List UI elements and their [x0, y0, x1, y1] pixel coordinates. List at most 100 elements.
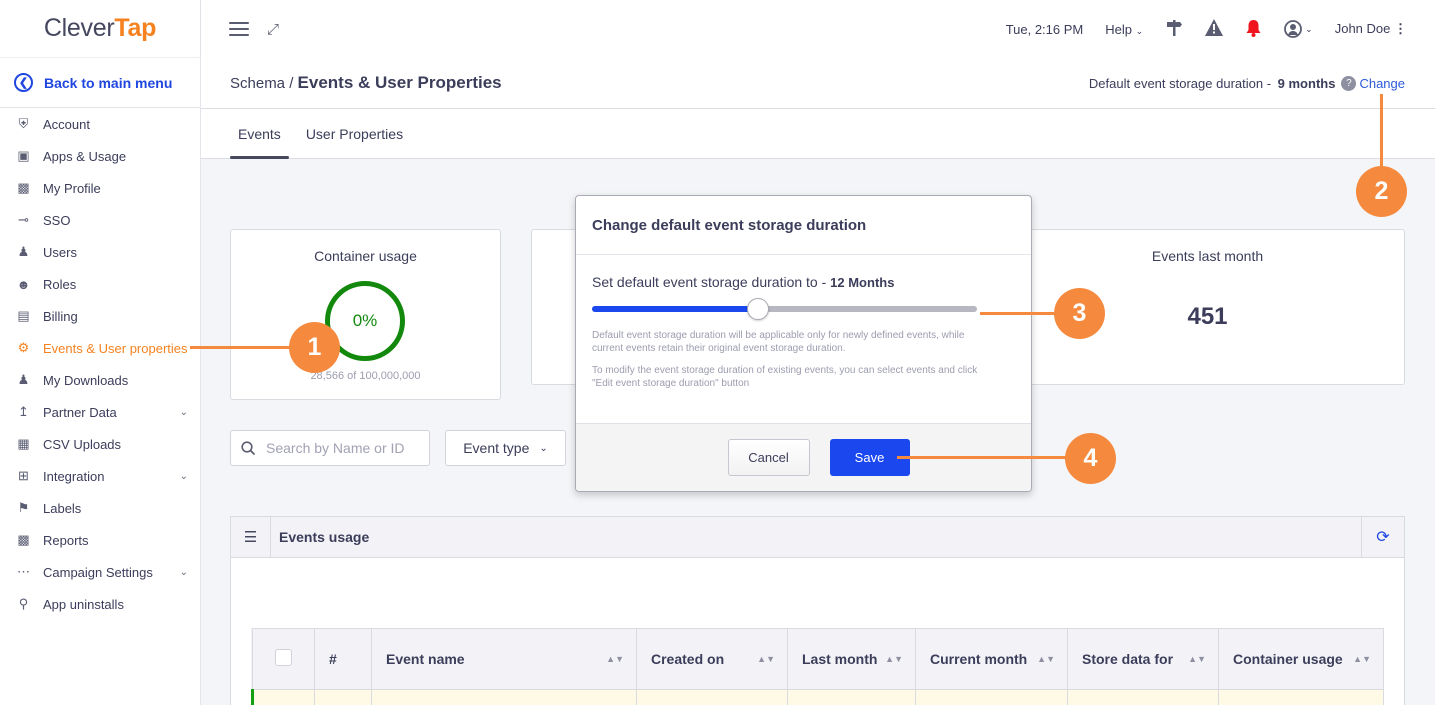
sort-icon[interactable]: ▲▼	[885, 655, 903, 664]
modal-label: Set default event storage duration to - …	[592, 274, 1031, 290]
sidebar-item-my-downloads[interactable]: ♟ My Downloads	[0, 364, 200, 396]
usage-percent: 0%	[352, 311, 378, 330]
sidebar-item-csv-uploads[interactable]: ▦ CSV Uploads	[0, 428, 200, 460]
modal-label-prefix: Set default event storage duration to -	[592, 274, 831, 290]
modal-note-applicability: Default event storage duration will be a…	[592, 330, 965, 354]
user-name: John Doe	[1334, 21, 1391, 36]
sidebar-item-billing[interactable]: ▤ Billing	[0, 300, 200, 332]
select-all-checkbox[interactable]	[275, 649, 292, 666]
sidebar-item-events-user-properties[interactable]: ⚙ Events & User properties	[0, 332, 200, 364]
event-type-dropdown[interactable]: Event type ⌄	[445, 430, 566, 466]
container-usage-title: Container usage	[314, 248, 417, 264]
sidebar-item-campaign-settings[interactable]: ⋯ Campaign Settings ⌄	[0, 556, 200, 588]
chevron-left-circle-icon: ❮	[14, 73, 33, 92]
expand-icon[interactable]: ⤢	[267, 21, 279, 38]
col-event-name[interactable]: Event name ▲▼	[371, 628, 637, 690]
sliders-icon: ⋯	[17, 564, 30, 579]
tab-user-properties[interactable]: User Properties	[298, 109, 411, 158]
breadcrumb-separator: /	[289, 75, 294, 92]
col-created-on[interactable]: Created on ▲▼	[636, 628, 788, 690]
sidebar-item-label: SSO	[43, 212, 71, 228]
modal-note-existing-events: To modify the event storage duration of …	[592, 365, 978, 389]
sort-icon[interactable]: ▲▼	[1353, 655, 1371, 664]
slider-handle[interactable]	[746, 298, 769, 320]
sidebar-item-label: Billing	[43, 308, 78, 324]
callout-line-1	[190, 346, 300, 349]
help-menu[interactable]: Help ⌄	[1105, 22, 1143, 37]
sort-icon[interactable]: ▲▼	[1188, 655, 1206, 664]
usage-detail: 28,566 of 100,000,000	[310, 370, 421, 382]
user-menu[interactable]: John Doe ⋮	[1335, 21, 1407, 37]
table-row[interactable]	[251, 689, 1384, 705]
more-vertical-icon: ⋮	[1394, 21, 1407, 36]
breadcrumb-schema[interactable]: Schema	[230, 75, 285, 92]
refresh-icon[interactable]: ⟳	[1361, 517, 1404, 557]
callout-line-4	[897, 456, 1072, 459]
sidebar-item-users[interactable]: ♟ Users	[0, 236, 200, 268]
sidebar-item-label: CSV Uploads	[43, 436, 122, 452]
apps-icon: ▣	[17, 148, 30, 163]
sidebar-item-sso[interactable]: ⊸ SSO	[0, 204, 200, 236]
sort-icon[interactable]: ▲▼	[1037, 655, 1055, 664]
events-table: # Event name ▲▼ Created on ▲▼ Last month ▲▼…	[251, 628, 1384, 705]
cancel-button[interactable]: Cancel	[727, 439, 810, 476]
sidebar: Clever Tap ❮ Back to main menu ⛨ Account ▣ A…	[0, 0, 201, 705]
chevron-down-icon: ⌄	[539, 442, 548, 454]
callout-line-3	[980, 312, 1060, 315]
tab-events[interactable]: Events	[230, 109, 289, 159]
sidebar-item-partner-data[interactable]: ↥ Partner Data ⌄	[0, 396, 200, 428]
chevron-down-icon[interactable]: ⌄	[180, 407, 188, 418]
sort-icon[interactable]: ▲▼	[757, 655, 775, 664]
gear-icon: ⚙	[17, 340, 30, 355]
logo-text-clever: Clever	[43, 14, 115, 42]
shield-user-icon: ⛨	[18, 116, 29, 131]
search-input[interactable]	[266, 440, 416, 456]
account-menu[interactable]: ⌄	[1284, 20, 1313, 38]
sidebar-item-apps-usage[interactable]: ▣ Apps & Usage	[0, 140, 200, 172]
callout-badge-1: 1	[289, 322, 340, 373]
signpost-icon[interactable]	[1165, 19, 1183, 40]
back-to-main-menu[interactable]: ❮ Back to main menu	[0, 58, 200, 108]
chevron-down-icon[interactable]: ⌄	[180, 567, 188, 578]
warning-icon[interactable]	[1205, 19, 1224, 39]
help-circle-icon[interactable]: ?	[1341, 75, 1357, 91]
clevertap-logo[interactable]: Clever Tap	[0, 0, 200, 58]
list-icon[interactable]: ☰	[231, 517, 271, 557]
sort-icon[interactable]: ▲▼	[606, 655, 624, 664]
profile-icon: ▩	[17, 180, 30, 195]
events-last-month-title: Events last month	[1151, 248, 1264, 264]
col-last-month[interactable]: Last month ▲▼	[787, 628, 916, 690]
sidebar-item-account[interactable]: ⛨ Account	[0, 108, 200, 140]
col-label: Container usage	[1233, 651, 1343, 667]
sidebar-item-my-profile[interactable]: ▩ My Profile	[0, 172, 200, 204]
sidebar-item-label: Campaign Settings	[43, 564, 153, 580]
sidebar-item-label: Events & User properties	[43, 340, 188, 356]
callout-badge-3: 3	[1054, 288, 1105, 339]
col-store-data-for[interactable]: Store data for ▲▼	[1067, 628, 1219, 690]
col-current-month[interactable]: Current month ▲▼	[915, 628, 1068, 690]
sidebar-item-label: Reports	[43, 532, 89, 548]
integration-icon: ⊞	[18, 468, 29, 483]
search-box	[230, 430, 430, 466]
sidebar-item-app-uninstalls[interactable]: ⚲ App uninstalls	[0, 588, 200, 620]
modal-label-value: 12 Months	[830, 275, 895, 290]
hamburger-menu-icon[interactable]	[229, 22, 249, 36]
storage-duration-slider[interactable]	[592, 298, 977, 320]
sidebar-item-roles[interactable]: ☻ Roles	[0, 268, 200, 300]
sidebar-item-labels[interactable]: ⚑ Labels	[0, 492, 200, 524]
default-storage-info: Default event storage duration - 9 month…	[1089, 75, 1405, 91]
tabs: Events User Properties	[201, 109, 1435, 159]
notification-bell-icon[interactable]	[1245, 19, 1262, 40]
select-all-header	[252, 628, 315, 690]
sidebar-item-integration[interactable]: ⊞ Integration ⌄	[0, 460, 200, 492]
col-label: Store data for	[1082, 651, 1174, 667]
sidebar-item-label: Users	[43, 244, 77, 260]
key-icon: ⊸	[18, 212, 29, 227]
chevron-down-icon[interactable]: ⌄	[180, 471, 188, 482]
datetime: Tue, 2:16 PM	[1005, 21, 1084, 37]
change-storage-link[interactable]: Change	[1359, 76, 1405, 91]
storage-value: 9 months	[1277, 75, 1336, 91]
col-container-usage[interactable]: Container usage ▲▼	[1218, 628, 1384, 690]
col-label: Last month	[802, 651, 878, 667]
sidebar-item-reports[interactable]: ▩ Reports	[0, 524, 200, 556]
